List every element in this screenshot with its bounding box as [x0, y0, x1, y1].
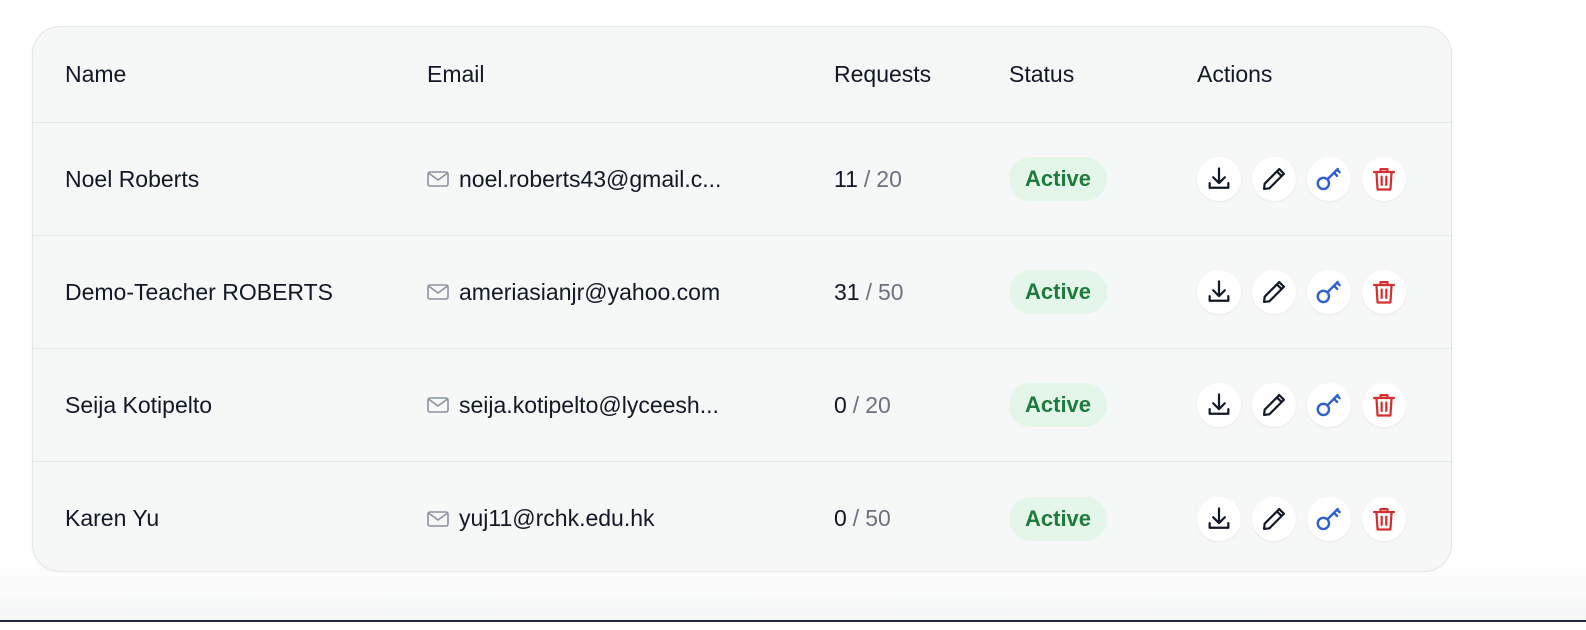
delete-button[interactable] — [1362, 270, 1406, 314]
edit-button[interactable] — [1252, 270, 1296, 314]
trash-icon — [1372, 393, 1396, 417]
download-button[interactable] — [1197, 383, 1241, 427]
edit-pencil-icon — [1262, 507, 1286, 530]
download-button[interactable] — [1197, 270, 1241, 314]
user-name: Karen Yu — [65, 505, 160, 531]
table-header-row: Name Email Requests Status Actions — [33, 27, 1451, 123]
download-button[interactable] — [1197, 496, 1241, 541]
user-requests: 31 / 50 — [834, 236, 904, 348]
reset-key-button[interactable] — [1307, 270, 1351, 314]
mail-icon — [427, 284, 449, 300]
edit-button[interactable] — [1252, 157, 1296, 201]
reset-key-button[interactable] — [1307, 157, 1351, 201]
edit-pencil-icon — [1262, 280, 1286, 304]
edit-button[interactable] — [1252, 383, 1296, 427]
user-email-text: yuj11@rchk.edu.hk — [459, 505, 655, 531]
bottom-divider — [0, 620, 1586, 622]
row-actions — [1197, 123, 1417, 235]
user-status: Active — [1009, 236, 1108, 348]
requests-limit: 20 — [865, 391, 891, 418]
table-row: Karen Yu yuj11@rchk.edu.hk 0 / 50 Active — [33, 462, 1451, 571]
users-table: Name Email Requests Status Actions Noel … — [32, 26, 1452, 572]
download-icon — [1208, 280, 1230, 302]
edit-button[interactable] — [1252, 496, 1296, 541]
requests-separator: / — [852, 391, 860, 418]
requests-limit: 20 — [876, 165, 902, 192]
user-email: noel.roberts43@gmail.c... — [427, 123, 721, 235]
row-actions — [1197, 236, 1417, 348]
key-icon — [1316, 507, 1341, 530]
user-email-text: seija.kotipelto@lyceesh... — [459, 391, 719, 418]
download-icon — [1208, 167, 1230, 189]
header-status: Status — [1009, 61, 1075, 87]
header-actions: Actions — [1197, 61, 1273, 87]
user-requests: 0 / 20 — [834, 349, 891, 461]
header-name: Name — [65, 61, 127, 87]
status-badge: Active — [1009, 383, 1108, 427]
mail-icon — [427, 510, 449, 527]
key-icon — [1316, 393, 1341, 417]
delete-button[interactable] — [1362, 496, 1406, 541]
mail-icon — [427, 397, 449, 413]
requests-limit: 50 — [877, 278, 904, 305]
requests-separator: / — [863, 165, 871, 192]
user-email: ameriasianjr@yahoo.com — [427, 236, 720, 348]
trash-icon — [1372, 507, 1396, 531]
requests-limit: 50 — [865, 505, 891, 531]
requests-used: 0 — [834, 391, 847, 418]
status-badge: Active — [1009, 496, 1108, 541]
header-requests: Requests — [834, 61, 932, 87]
user-email-text: ameriasianjr@yahoo.com — [459, 278, 721, 305]
user-email: seija.kotipelto@lyceesh... — [427, 349, 719, 461]
table-row: Noel Roberts noel.roberts43@gmail.c... 1… — [33, 123, 1451, 236]
table-row: Seija Kotipelto seija.kotipelto@lyceesh.… — [33, 349, 1451, 462]
reset-key-button[interactable] — [1307, 383, 1351, 427]
download-button[interactable] — [1197, 157, 1241, 201]
user-requests: 11 / 20 — [834, 123, 902, 235]
reset-key-button[interactable] — [1307, 496, 1351, 541]
requests-separator: / — [865, 278, 872, 305]
requests-used: 0 — [834, 505, 847, 531]
status-badge: Active — [1009, 157, 1108, 201]
key-icon — [1316, 167, 1341, 191]
row-actions — [1197, 349, 1417, 461]
trash-icon — [1372, 280, 1396, 304]
user-email: yuj11@rchk.edu.hk — [427, 462, 655, 571]
edit-pencil-icon — [1262, 167, 1286, 191]
delete-button[interactable] — [1362, 157, 1406, 201]
requests-separator: / — [852, 505, 860, 531]
user-status: Active — [1009, 123, 1108, 235]
user-name: Seija Kotipelto — [65, 391, 213, 418]
row-actions — [1197, 462, 1417, 571]
requests-used: 31 — [834, 278, 860, 305]
download-icon — [1208, 393, 1230, 415]
user-name: Demo-Teacher ROBERTS — [65, 278, 333, 305]
edit-pencil-icon — [1262, 393, 1286, 417]
requests-used: 11 — [834, 165, 858, 192]
mail-icon — [427, 171, 449, 187]
user-email-text: noel.roberts43@gmail.c... — [459, 165, 722, 192]
delete-button[interactable] — [1362, 383, 1406, 427]
user-status: Active — [1009, 349, 1108, 461]
trash-icon — [1372, 167, 1396, 191]
user-status: Active — [1009, 462, 1108, 571]
status-badge: Active — [1009, 270, 1108, 314]
header-email: Email — [427, 61, 485, 87]
download-icon — [1208, 506, 1230, 529]
user-requests: 0 / 50 — [834, 462, 891, 571]
bottom-fade — [0, 560, 1586, 622]
user-name: Noel Roberts — [65, 165, 200, 192]
key-icon — [1316, 280, 1341, 304]
table-row: Demo-Teacher ROBERTS ameriasianjr@yahoo.… — [33, 236, 1451, 349]
